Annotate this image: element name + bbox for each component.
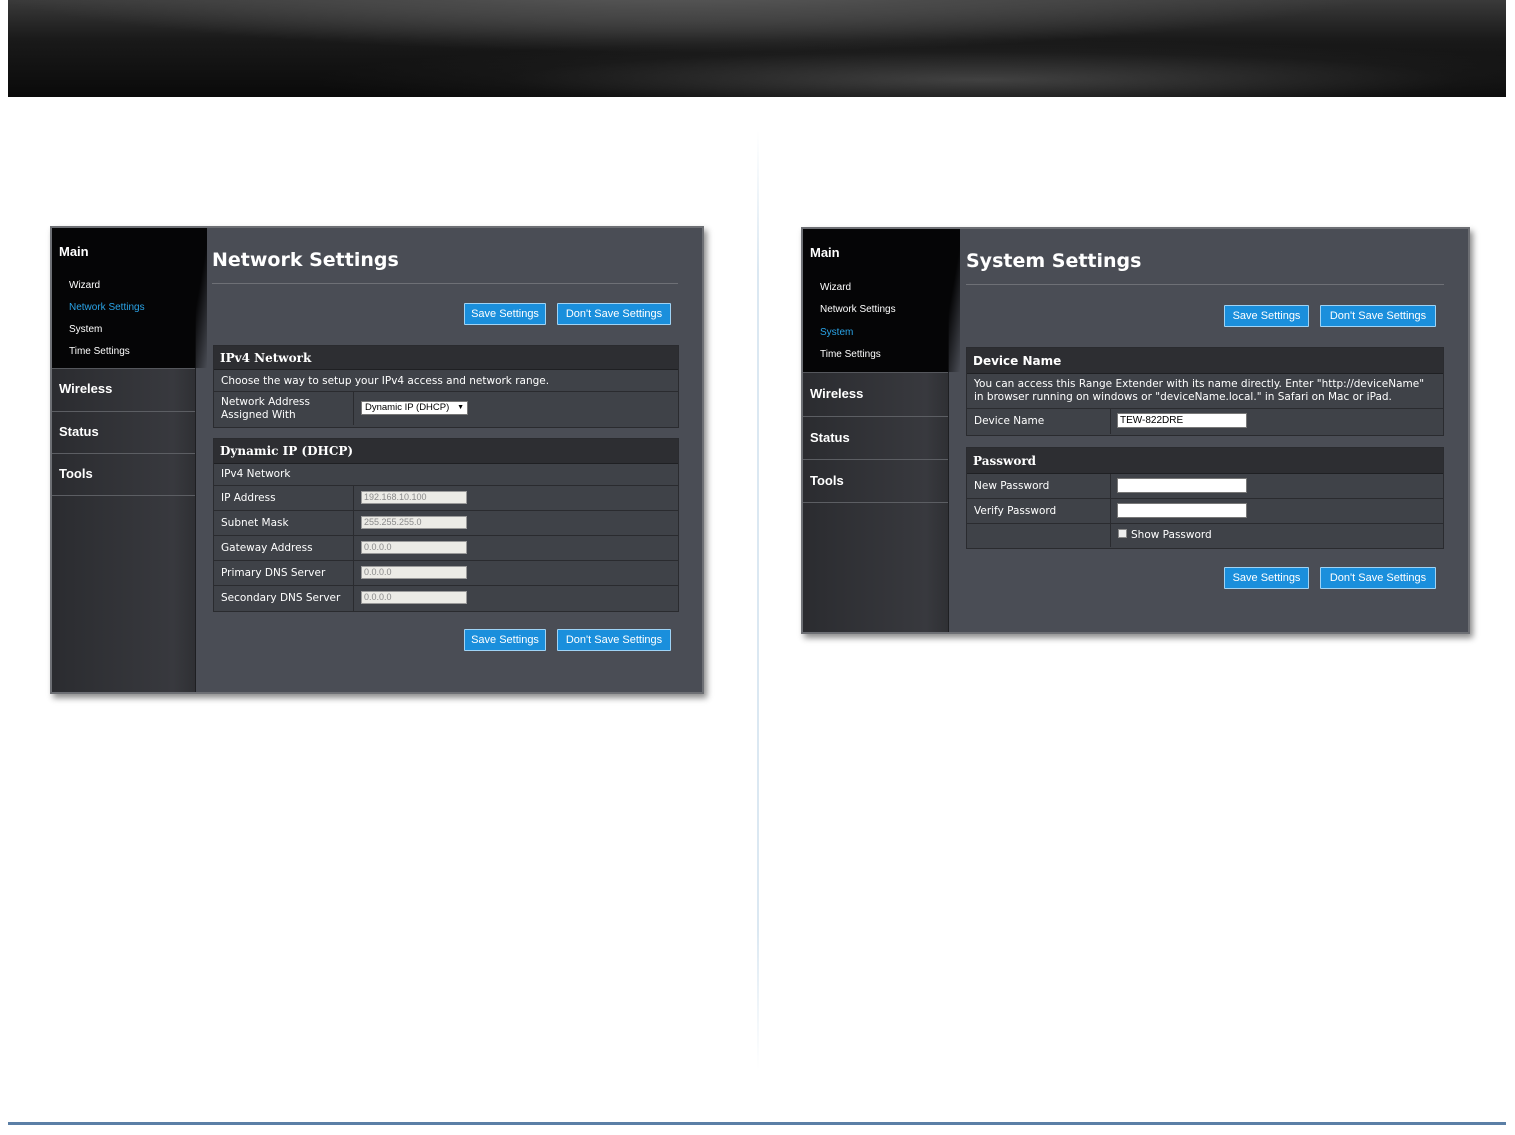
sidebar-item-time-settings[interactable]: Time Settings	[69, 346, 130, 357]
ip-address-label: IP Address	[221, 492, 276, 504]
new-password-input[interactable]	[1117, 478, 1247, 493]
dont-save-settings-button-bottom[interactable]: Don't Save Settings	[1320, 567, 1436, 589]
network-address-label-line1: Network Address	[221, 396, 310, 408]
device-name-label: Device Name	[974, 415, 1045, 427]
network-address-label-line2: Assigned With	[221, 409, 296, 421]
password-header: Password	[967, 448, 1443, 474]
column-separator	[353, 511, 354, 535]
column-separator	[1110, 474, 1111, 498]
header-banner	[8, 0, 1506, 97]
sidebar-section-tools[interactable]: Tools	[52, 454, 195, 496]
show-password-row: Show Password	[967, 524, 1443, 547]
ipv4-description: Choose the way to setup your IPv4 access…	[221, 375, 550, 387]
ipv4-network-section: IPv4 Network Choose the way to setup you…	[213, 345, 679, 428]
footer-rule	[8, 1122, 1506, 1125]
gateway-address-label: Gateway Address	[221, 542, 313, 554]
device-name-input[interactable]: TEW-822DRE	[1117, 413, 1247, 428]
dhcp-subheader: IPv4 Network	[221, 468, 291, 480]
device-description-line1: You can access this Range Extender with …	[974, 378, 1425, 390]
sidebar: Main Wizard Network Settings System Time…	[803, 229, 960, 632]
subnet-mask-field[interactable]: 255.255.255.0	[361, 516, 467, 529]
sidebar-main-section: Main Wizard Network Settings System Time…	[803, 229, 960, 373]
secondary-dns-label: Secondary DNS Server	[221, 592, 341, 604]
dhcp-section: Dynamic IP (DHCP) IPv4 Network IP Addres…	[213, 438, 679, 612]
dont-save-settings-button[interactable]: Don't Save Settings	[1320, 305, 1436, 327]
show-password-label[interactable]: Show Password	[1131, 529, 1212, 541]
secondary-dns-field[interactable]: 0.0.0.0	[361, 591, 467, 604]
new-password-label: New Password	[974, 480, 1050, 492]
ip-address-field[interactable]: 192.168.10.100	[361, 491, 467, 504]
verify-password-row: Verify Password	[967, 499, 1443, 524]
device-name-header: Device Name	[967, 348, 1443, 374]
sidebar-item-wizard[interactable]: Wizard	[69, 280, 100, 291]
page-title: Network Settings	[212, 249, 678, 284]
network-address-select-value: Dynamic IP (DHCP)	[365, 402, 450, 413]
sidebar-main-section: Main Wizard Network Settings System Time…	[52, 228, 207, 369]
sidebar: Main Wizard Network Settings System Time…	[52, 228, 207, 692]
column-separator	[353, 392, 354, 425]
sidebar-item-network-settings[interactable]: Network Settings	[820, 304, 896, 315]
verify-password-label: Verify Password	[974, 505, 1057, 517]
sidebar-item-network-settings[interactable]: Network Settings	[69, 302, 145, 313]
column-separator	[1110, 499, 1111, 523]
column-separator	[353, 536, 354, 560]
secondary-dns-row: Secondary DNS Server 0.0.0.0	[214, 586, 678, 611]
column-separator	[353, 586, 354, 611]
sidebar-item-time-settings[interactable]: Time Settings	[820, 349, 881, 360]
save-settings-button[interactable]: Save Settings	[464, 303, 546, 325]
dont-save-settings-button[interactable]: Don't Save Settings	[557, 303, 671, 325]
sidebar-main-heading[interactable]: Main	[59, 244, 89, 259]
main-content: System Settings Save Settings Don't Save…	[948, 229, 1468, 632]
save-settings-button-bottom[interactable]: Save Settings	[464, 629, 546, 651]
save-settings-button[interactable]: Save Settings	[1224, 305, 1309, 327]
primary-dns-label: Primary DNS Server	[221, 567, 326, 579]
verify-password-input[interactable]	[1117, 503, 1247, 518]
dropdown-arrow-icon: ▼	[457, 404, 464, 411]
system-settings-screenshot: Main Wizard Network Settings System Time…	[801, 227, 1470, 634]
device-name-row: Device Name TEW-822DRE	[967, 409, 1443, 434]
sidebar-item-system[interactable]: System	[820, 327, 853, 338]
main-content: Network Settings Save Settings Don't Sav…	[195, 228, 702, 692]
primary-dns-field[interactable]: 0.0.0.0	[361, 566, 467, 579]
dont-save-settings-button-bottom[interactable]: Don't Save Settings	[557, 629, 671, 651]
column-separator	[353, 561, 354, 585]
sidebar-section-status[interactable]: Status	[803, 417, 948, 460]
gateway-address-field[interactable]: 0.0.0.0	[361, 541, 467, 554]
column-separator	[353, 486, 354, 510]
column-divider	[757, 130, 759, 1070]
column-separator	[1110, 524, 1111, 547]
sidebar-section-status[interactable]: Status	[52, 412, 195, 454]
password-section: Password New Password Verify Password Sh…	[966, 447, 1444, 549]
sidebar-main-heading[interactable]: Main	[810, 245, 840, 260]
network-address-select[interactable]: Dynamic IP (DHCP) ▼	[361, 401, 468, 415]
dhcp-header: Dynamic IP (DHCP)	[214, 439, 678, 464]
device-description-row: You can access this Range Extender with …	[967, 374, 1443, 409]
sidebar-section-wireless[interactable]: Wireless	[803, 373, 948, 417]
subnet-mask-row: Subnet Mask 255.255.255.0	[214, 511, 678, 536]
page-title: System Settings	[966, 250, 1444, 285]
subnet-mask-label: Subnet Mask	[221, 517, 289, 529]
dhcp-subheader-row: IPv4 Network	[214, 464, 678, 486]
ipv4-network-header: IPv4 Network	[214, 346, 678, 370]
sidebar-item-system[interactable]: System	[69, 324, 102, 335]
primary-dns-row: Primary DNS Server 0.0.0.0	[214, 561, 678, 586]
sidebar-section-wireless[interactable]: Wireless	[52, 369, 195, 412]
ipv4-description-row: Choose the way to setup your IPv4 access…	[214, 370, 678, 392]
sidebar-section-tools[interactable]: Tools	[803, 460, 948, 503]
show-password-checkbox[interactable]	[1118, 529, 1127, 538]
device-name-section: Device Name You can access this Range Ex…	[966, 347, 1444, 436]
new-password-row: New Password	[967, 474, 1443, 499]
network-address-row: Network Address Assigned With Dynamic IP…	[214, 392, 678, 425]
gateway-address-row: Gateway Address 0.0.0.0	[214, 536, 678, 561]
device-description-line2: in browser running on windows or "device…	[974, 391, 1392, 403]
network-settings-screenshot: Main Wizard Network Settings System Time…	[50, 226, 704, 694]
column-separator	[1110, 409, 1111, 434]
sidebar-item-wizard[interactable]: Wizard	[820, 282, 851, 293]
ip-address-row: IP Address 192.168.10.100	[214, 486, 678, 511]
save-settings-button-bottom[interactable]: Save Settings	[1224, 567, 1309, 589]
